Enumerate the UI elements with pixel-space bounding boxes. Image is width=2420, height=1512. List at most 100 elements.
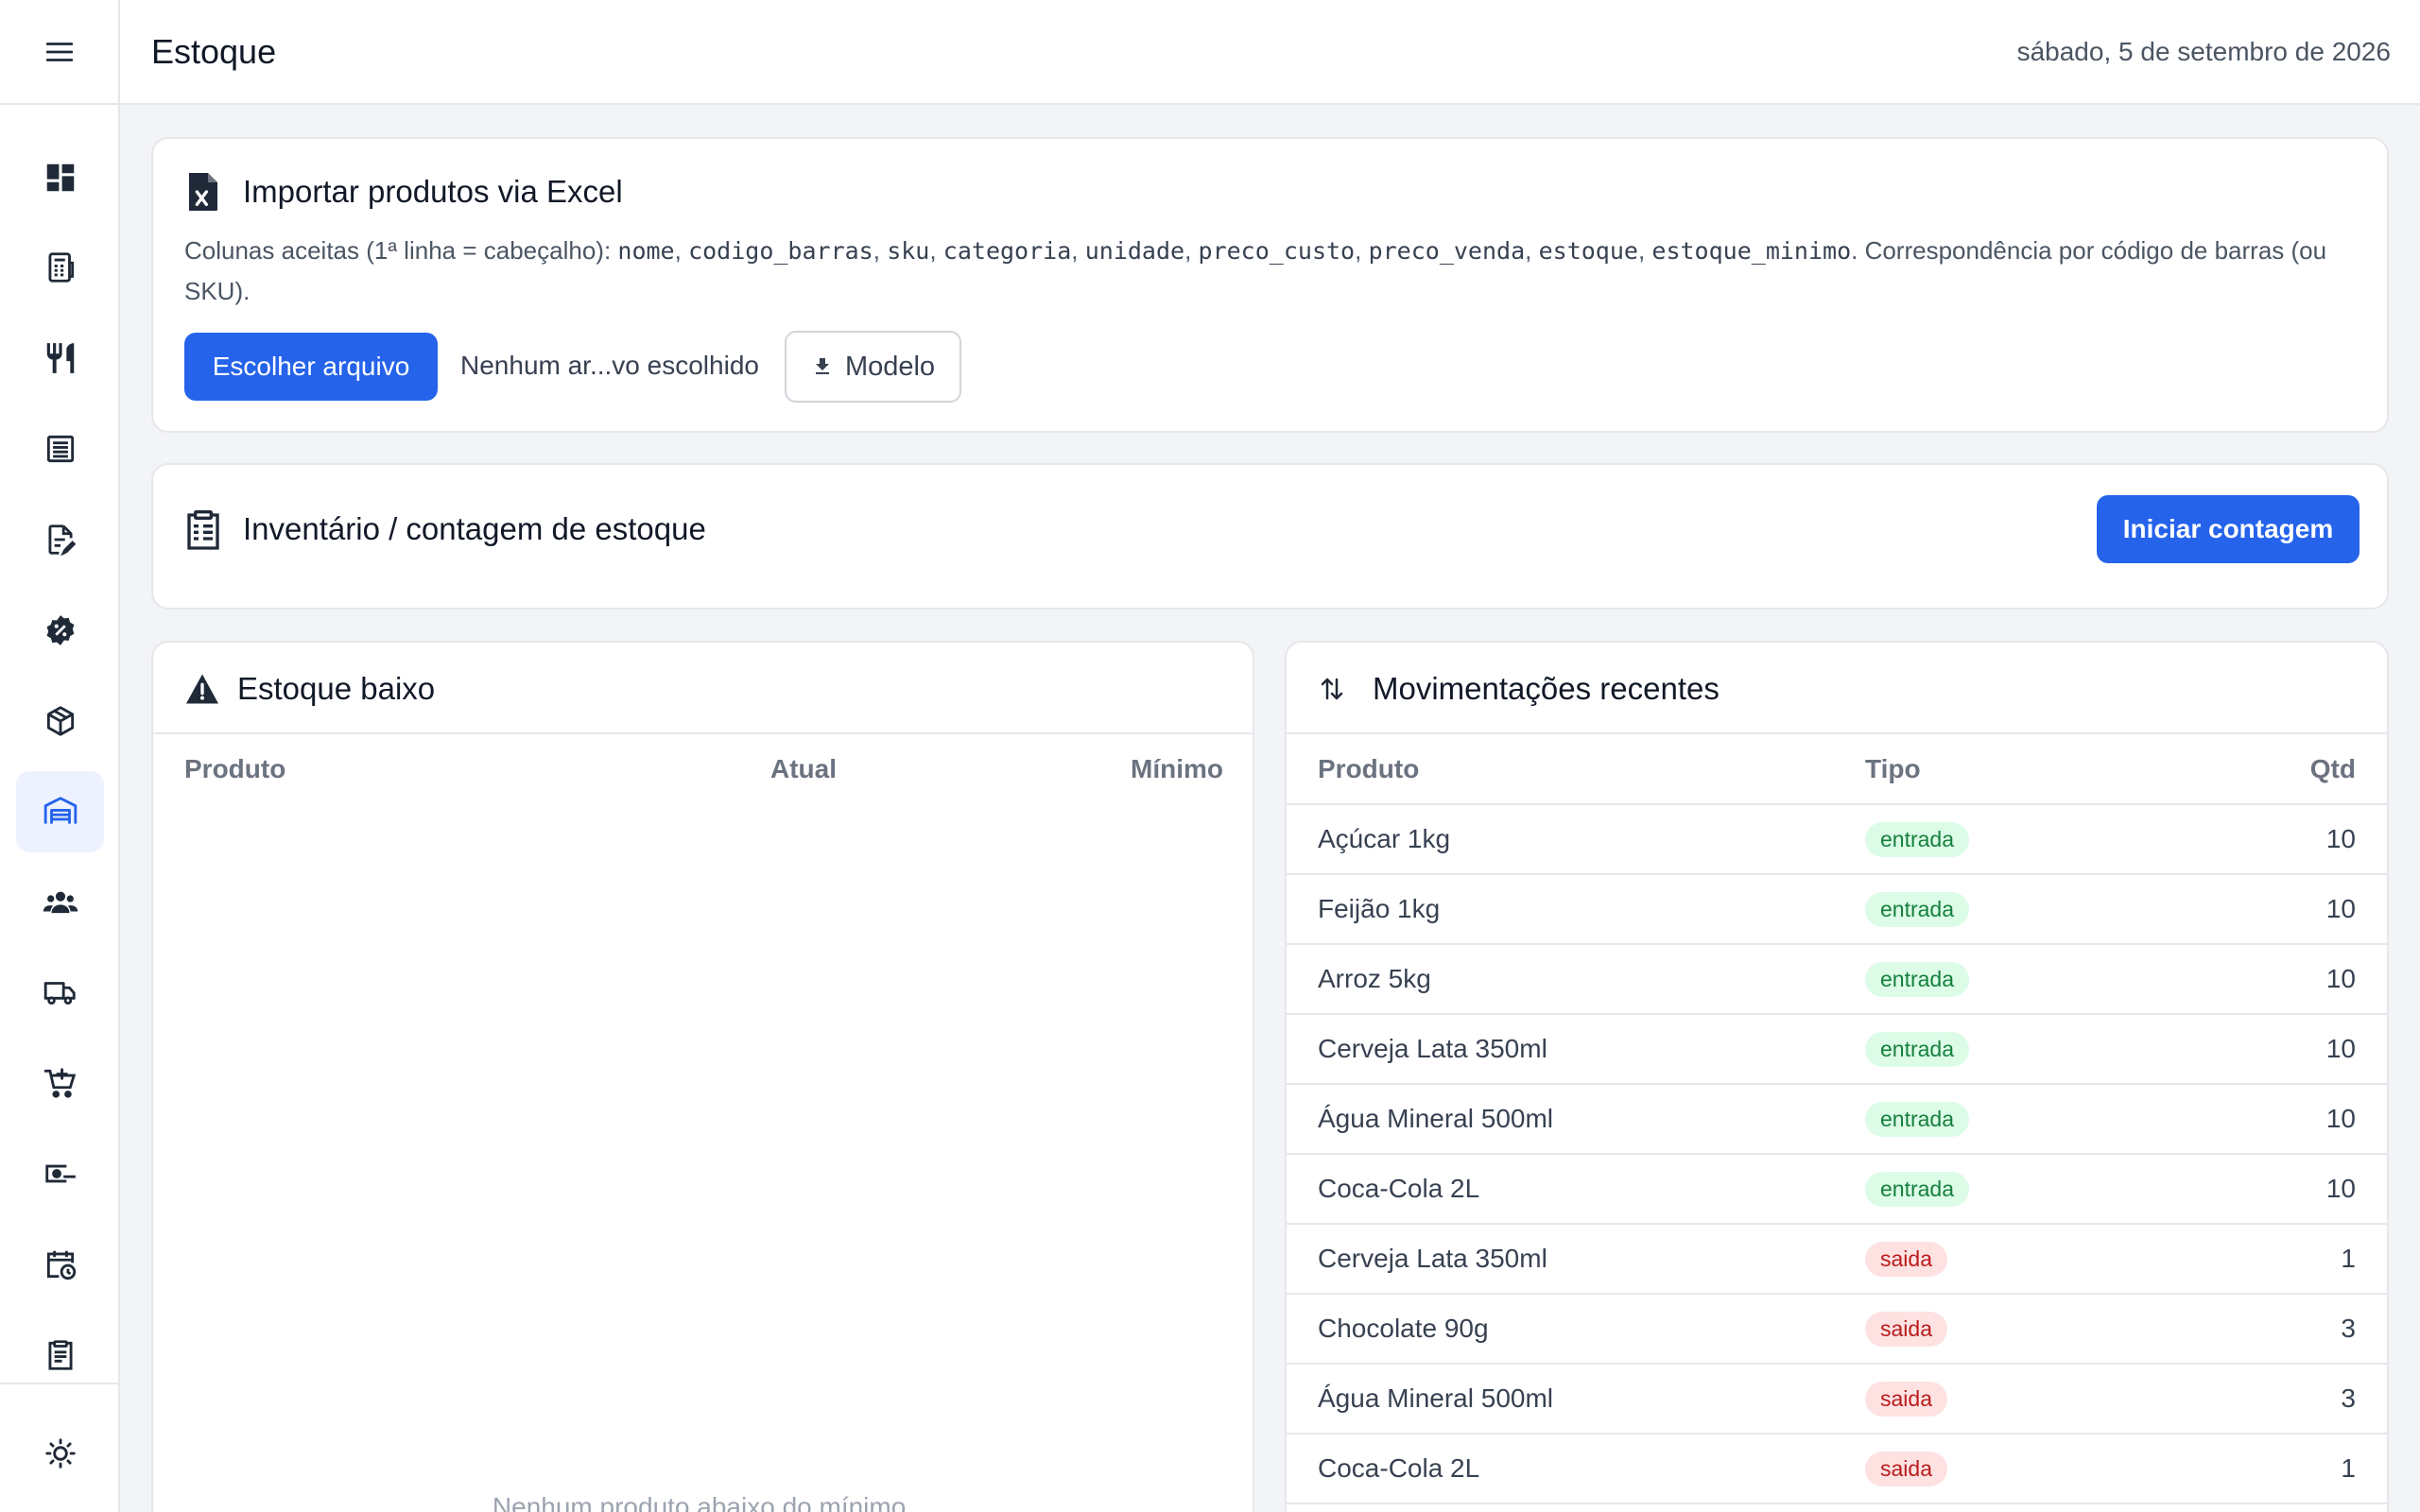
warehouse-icon <box>43 797 77 824</box>
choose-file-button[interactable]: Escolher arquivo <box>184 333 438 401</box>
type-badge: entrada <box>1865 1171 1970 1207</box>
movements-header: Movimentações recentes <box>1287 643 2387 734</box>
top-header: Estoque sábado, 5 de setembro de 2026 <box>120 0 2420 105</box>
sidebar-item-delivery[interactable] <box>16 952 104 1033</box>
column-categoria: categoria <box>942 237 1072 265</box>
column-estoque-minimo: estoque_minimo <box>1651 237 1852 265</box>
table-row: Cerveja Lata 350ml saida 1 <box>1287 1224 2387 1295</box>
type-cell: entrada <box>1865 874 2149 945</box>
table-row: Água Mineral 500ml saida 3 <box>1287 1364 2387 1435</box>
file-status: Nenhum ar...vo escolhido <box>460 351 759 380</box>
table-header-row: Produto Tipo Qtd <box>1287 734 2387 805</box>
truck-icon <box>43 982 76 1005</box>
recent-movements-card: Movimentações recentes Produto Tipo Qtd … <box>1285 641 2389 1512</box>
clipboard-icon <box>47 1340 73 1370</box>
menu-toggle-button[interactable] <box>0 0 118 105</box>
sidebar-item-restaurant[interactable] <box>16 318 104 399</box>
sidebar-item-customers[interactable] <box>16 862 104 943</box>
qty-cell: 3 <box>2149 1294 2387 1365</box>
type-cell: entrada <box>1865 1154 2149 1225</box>
sidebar-item-promotions[interactable] <box>16 590 104 671</box>
col-header-type: Tipo <box>1865 734 2149 805</box>
table-row: Cerveja Lata 350ml entrada 10 <box>1287 1014 2387 1085</box>
import-desc-prefix: Colunas aceitas (1ª linha = cabeçalho): <box>184 236 618 265</box>
list-icon <box>46 435 74 463</box>
sidebar-footer <box>0 1383 118 1512</box>
sidebar-item-pdv[interactable] <box>16 227 104 308</box>
type-cell: saida <box>1865 1224 2149 1295</box>
qty-cell: 10 <box>2149 1014 2387 1085</box>
discount-badge-icon <box>46 615 74 645</box>
qty-cell: 10 <box>2149 804 2387 875</box>
type-cell: saida <box>1865 1364 2149 1435</box>
type-cell: entrada <box>1865 1014 2149 1085</box>
table-row: Açúcar 1kg entrada 10 <box>1287 804 2387 875</box>
start-count-button[interactable]: Iniciar contagem <box>2097 495 2360 563</box>
table-row: Coca-Cola 2L entrada 10 <box>1287 1154 2387 1225</box>
type-badge: entrada <box>1865 821 1970 857</box>
type-cell: entrada <box>1865 804 2149 875</box>
sidebar-item-finance[interactable] <box>16 1133 104 1214</box>
col-header-minimum: Mínimo <box>1131 754 1223 783</box>
column-preco-venda: preco_venda <box>1368 237 1526 265</box>
type-badge: saida <box>1865 1381 1947 1417</box>
page-title: Estoque <box>151 32 277 71</box>
product-cell: Chocolate 90g <box>1287 1294 1865 1365</box>
column-nome: nome <box>617 237 675 265</box>
import-excel-card: Importar produtos via Excel Colunas acei… <box>151 137 2389 433</box>
sidebar-item-notes[interactable] <box>16 499 104 580</box>
import-description: Colunas aceitas (1ª linha = cabeçalho): … <box>184 236 2327 305</box>
column-unidade: unidade <box>1084 237 1185 265</box>
theme-toggle-icon <box>44 1438 76 1469</box>
low-stock-card: Estoque baixo Produto Atual Mínimo Nenhu… <box>151 641 1254 1512</box>
sidebar-item-purchases[interactable] <box>16 1042 104 1124</box>
qty-cell: 1 <box>2149 1434 2387 1504</box>
table-row: Água Mineral 500ml entrada 10 <box>1287 1084 2387 1155</box>
type-cell: saida <box>1865 1294 2149 1365</box>
type-cell: entrada <box>1865 1084 2149 1155</box>
sidebar-item-dashboard[interactable] <box>16 137 104 218</box>
import-title: Importar produtos via Excel <box>243 174 623 209</box>
product-cell: Arroz 5kg <box>1287 944 1865 1015</box>
type-cell: saida <box>1865 1434 2149 1504</box>
inventory-title-row: Inventário / contagem de estoque <box>184 508 706 550</box>
theme-toggle-button[interactable] <box>16 1413 104 1494</box>
movements-title-row: Movimentações recentes <box>1318 671 1720 707</box>
cart-add-icon <box>43 1068 76 1098</box>
sidebar-item-products[interactable] <box>16 680 104 762</box>
empty-state-message: Nenhum produto abaixo do mínimo. <box>492 1492 914 1512</box>
current-date: sábado, 5 de setembro de 2026 <box>2016 37 2391 66</box>
hamburger-icon <box>45 42 73 61</box>
table-row: Arroz 5kg entrada 10 <box>1287 944 2387 1015</box>
type-badge: entrada <box>1865 961 1970 997</box>
package-icon <box>46 706 74 736</box>
product-cell: Água Mineral 500ml <box>1287 1364 1865 1435</box>
type-badge: entrada <box>1865 1101 1970 1137</box>
sidebar-item-orders[interactable] <box>16 408 104 490</box>
sidebar <box>0 0 120 1512</box>
type-badge: entrada <box>1865 1031 1970 1067</box>
edit-document-icon <box>47 524 76 557</box>
low-stock-title-row: Estoque baixo <box>184 671 435 707</box>
product-cell: Água Mineral 500ml <box>1287 1084 1865 1155</box>
col-header-product: Produto <box>184 754 286 783</box>
swap-vertical-icon <box>1321 678 1343 700</box>
template-label: Modelo <box>844 351 936 382</box>
low-stock-header: Estoque baixo <box>153 643 1253 734</box>
cash-register-icon <box>47 252 74 283</box>
low-stock-title: Estoque baixo <box>237 671 436 706</box>
qty-cell: 10 <box>2149 1154 2387 1225</box>
table-row: Feijão 1kg entrada 10 <box>1287 874 2387 945</box>
column-sku: sku <box>887 237 930 265</box>
product-cell: Cerveja Lata 350ml <box>1287 1014 1865 1085</box>
column-codigo-barras: codigo_barras <box>688 237 873 265</box>
product-cell: Coca-Cola 2L <box>1287 1434 1865 1504</box>
qty-cell: 10 <box>2149 874 2387 945</box>
sidebar-item-stock[interactable] <box>16 771 104 852</box>
product-cell: Cerveja Lata 350ml <box>1287 1224 1865 1295</box>
column-preco-custo: preco_custo <box>1198 237 1356 265</box>
excel-file-icon <box>189 173 217 211</box>
download-template-button[interactable]: Modelo <box>785 331 961 403</box>
sidebar-item-schedule[interactable] <box>16 1224 104 1305</box>
qty-cell: 1 <box>2149 1224 2387 1295</box>
